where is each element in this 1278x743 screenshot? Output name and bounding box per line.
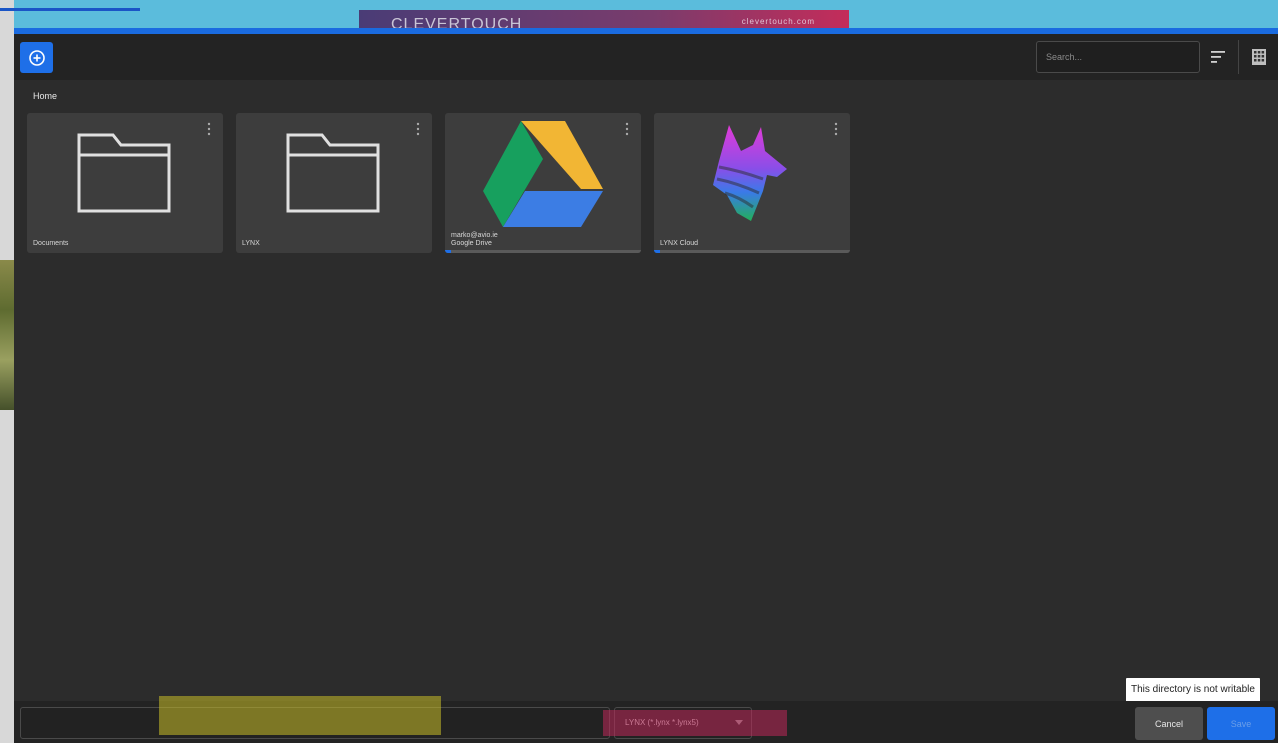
tile-progress — [445, 250, 641, 253]
background-app-edge — [0, 0, 14, 743]
dialog-footer: LYNX (*.lynx *.lynx5) Cancel Save — [14, 696, 1278, 743]
plus-circle-icon — [28, 49, 45, 66]
cancel-button[interactable]: Cancel — [1135, 707, 1203, 740]
tile-label: Google Drive — [451, 240, 492, 247]
lynx-cloud-icon — [654, 117, 850, 229]
tile-progress — [654, 250, 850, 253]
tile-label: LYNX — [242, 240, 260, 247]
add-location-button[interactable] — [20, 42, 53, 73]
tile-label: LYNX Cloud — [660, 240, 699, 247]
tile-lynx-cloud[interactable]: LYNX Cloud — [654, 113, 850, 253]
save-file-dialog: Home Documents LYNX — [14, 28, 1278, 743]
dialog-toolbar — [14, 34, 1278, 80]
google-drive-icon — [445, 117, 641, 229]
filename-input[interactable] — [20, 707, 610, 739]
tile-account: marko@avio.ie — [451, 232, 498, 239]
tile-lynx[interactable]: LYNX — [236, 113, 432, 253]
filetype-value: LYNX (*.lynx *.lynx5) — [625, 718, 699, 727]
breadcrumb[interactable]: Home — [33, 91, 57, 101]
background-accent-line — [0, 8, 140, 11]
chevron-down-icon — [735, 720, 743, 725]
toolbar-divider — [1238, 40, 1239, 74]
save-button[interactable]: Save — [1207, 707, 1275, 740]
tile-label: Documents — [33, 240, 69, 247]
grid-view-icon[interactable] — [1252, 49, 1266, 65]
not-writable-tooltip: This directory is not writable — [1126, 678, 1260, 702]
folder-icon — [27, 117, 223, 229]
tile-google-drive[interactable]: marko@avio.ie Google Drive — [445, 113, 641, 253]
folder-icon — [236, 117, 432, 229]
sort-icon[interactable] — [1210, 48, 1226, 66]
background-image-strip — [0, 260, 14, 410]
tile-documents[interactable]: Documents — [27, 113, 223, 253]
banner-url: clevertouch.com — [741, 17, 815, 26]
search-input[interactable] — [1036, 41, 1200, 73]
filetype-select[interactable]: LYNX (*.lynx *.lynx5) — [614, 707, 752, 739]
